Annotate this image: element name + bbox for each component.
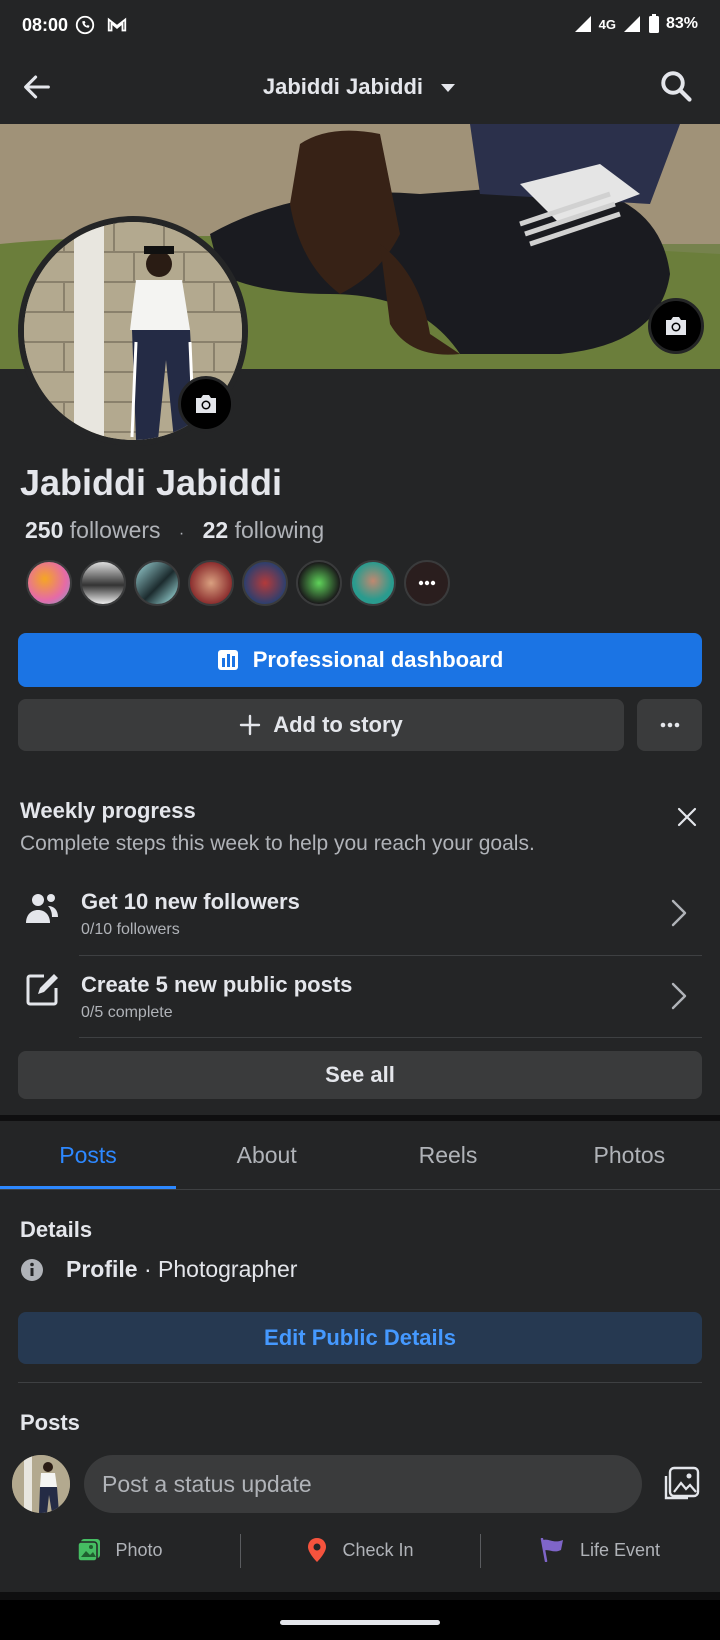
chevron-right-icon (671, 982, 687, 1010)
info-icon (21, 1258, 43, 1281)
following-label[interactable]: following (235, 517, 325, 543)
more-friends-button[interactable] (404, 560, 450, 606)
task-create-posts[interactable]: Create 5 new public posts 0/5 complete (0, 956, 720, 1038)
life-event-label: Life Event (579, 1539, 661, 1560)
friend-avatars (26, 560, 450, 606)
edit-public-details-button[interactable]: Edit Public Details (18, 1312, 702, 1364)
see-all-button[interactable]: See all (18, 1051, 702, 1099)
gmail-icon (107, 17, 127, 32)
status-update-input[interactable]: Post a status update (84, 1455, 642, 1513)
task-subtitle: 0/5 complete (81, 1004, 173, 1021)
friend-avatar[interactable] (242, 560, 288, 606)
photo-action[interactable]: Photo (0, 1530, 240, 1570)
detail-profile-row: Profile · Photographer (20, 1256, 297, 1283)
life-event-action[interactable]: Life Event (480, 1530, 720, 1570)
photo-icon (77, 1539, 101, 1562)
more-dots-icon (418, 580, 436, 586)
divider (18, 1382, 702, 1383)
tab-reels[interactable]: Reels (357, 1121, 538, 1189)
people-icon (26, 894, 58, 923)
followers-label[interactable]: followers (70, 517, 161, 543)
status-time: 08:00 (22, 15, 69, 35)
add-to-story-button[interactable]: Add to story (18, 699, 624, 751)
friend-avatar[interactable] (80, 560, 126, 606)
profile-switcher[interactable]: Jabiddi Jabiddi (0, 74, 720, 100)
task-title: Get 10 new followers (81, 889, 300, 914)
section-separator (0, 1592, 720, 1600)
add-to-story-label: Add to story (273, 712, 403, 737)
task-subtitle: 0/10 followers (81, 921, 180, 938)
friend-avatar[interactable] (188, 560, 234, 606)
friend-avatar[interactable] (296, 560, 342, 606)
professional-dashboard-button[interactable]: Professional dashboard (18, 633, 702, 687)
avatar-image (12, 1455, 70, 1513)
composer-avatar[interactable] (12, 1455, 70, 1513)
chevron-right-icon (671, 899, 687, 927)
photo-label: Photo (115, 1539, 163, 1560)
battery-percent: 83% (665, 15, 698, 32)
friend-avatar[interactable] (134, 560, 180, 606)
weekly-progress-subtitle: Complete steps this week to help you rea… (20, 832, 535, 855)
tab-posts[interactable]: Posts (0, 1121, 176, 1189)
top-nav: Jabiddi Jabiddi (0, 52, 720, 124)
signal-icon-2 (623, 16, 640, 32)
professional-dashboard-label: Professional dashboard (252, 647, 504, 672)
home-indicator[interactable] (280, 1620, 440, 1625)
edit-icon (26, 974, 58, 1006)
signal-icon (574, 16, 591, 32)
details-heading: Details (20, 1217, 93, 1242)
gallery-icon[interactable] (664, 1466, 700, 1502)
divider (0, 1189, 720, 1190)
weekly-progress-title: Weekly progress (20, 798, 196, 823)
network-type: 4G (598, 16, 616, 32)
tab-about[interactable]: About (176, 1121, 357, 1189)
flag-icon (540, 1538, 563, 1562)
camera-icon (666, 317, 686, 335)
more-dots-icon (660, 722, 679, 728)
dashboard-icon (217, 650, 238, 670)
system-icons: 4G 83% (573, 14, 698, 34)
detail-profile-value: · Photographer (137, 1256, 298, 1282)
status-bar: 08:00 4G 83% (0, 0, 720, 52)
cover-camera-button[interactable] (648, 298, 704, 354)
status-placeholder: Post a status update (102, 1470, 312, 1497)
notification-icons (74, 14, 128, 36)
battery-icon (648, 14, 659, 33)
friend-avatar[interactable] (26, 560, 72, 606)
detail-profile-label: Profile (66, 1256, 138, 1282)
post-actions: Photo Check In Life Event (0, 1530, 720, 1570)
task-get-followers[interactable]: Get 10 new followers 0/10 followers (0, 873, 720, 955)
task-title: Create 5 new public posts (81, 972, 353, 997)
profile-name: Jabiddi Jabiddi (20, 462, 283, 503)
whatsapp-icon (75, 15, 95, 35)
check-in-label: Check In (342, 1539, 414, 1560)
more-options-button[interactable] (637, 699, 702, 751)
check-in-action[interactable]: Check In (240, 1530, 480, 1570)
friend-avatar[interactable] (350, 560, 396, 606)
follow-stats: 250 followers · 22 following (25, 517, 325, 543)
profile-tabs: Posts About Reels Photos (0, 1121, 720, 1189)
close-icon[interactable] (676, 806, 698, 828)
page-title: Jabiddi Jabiddi (262, 74, 423, 99)
avatar-camera-button[interactable] (178, 376, 234, 432)
location-pin-icon (308, 1538, 327, 1562)
followers-count[interactable]: 250 (25, 517, 63, 543)
camera-icon (196, 395, 216, 413)
search-icon[interactable] (658, 68, 694, 104)
following-count[interactable]: 22 (203, 517, 229, 543)
posts-heading: Posts (20, 1410, 80, 1435)
divider (79, 1037, 702, 1038)
tab-photos[interactable]: Photos (539, 1121, 720, 1189)
plus-icon (240, 714, 261, 736)
chevron-down-icon (441, 84, 456, 93)
